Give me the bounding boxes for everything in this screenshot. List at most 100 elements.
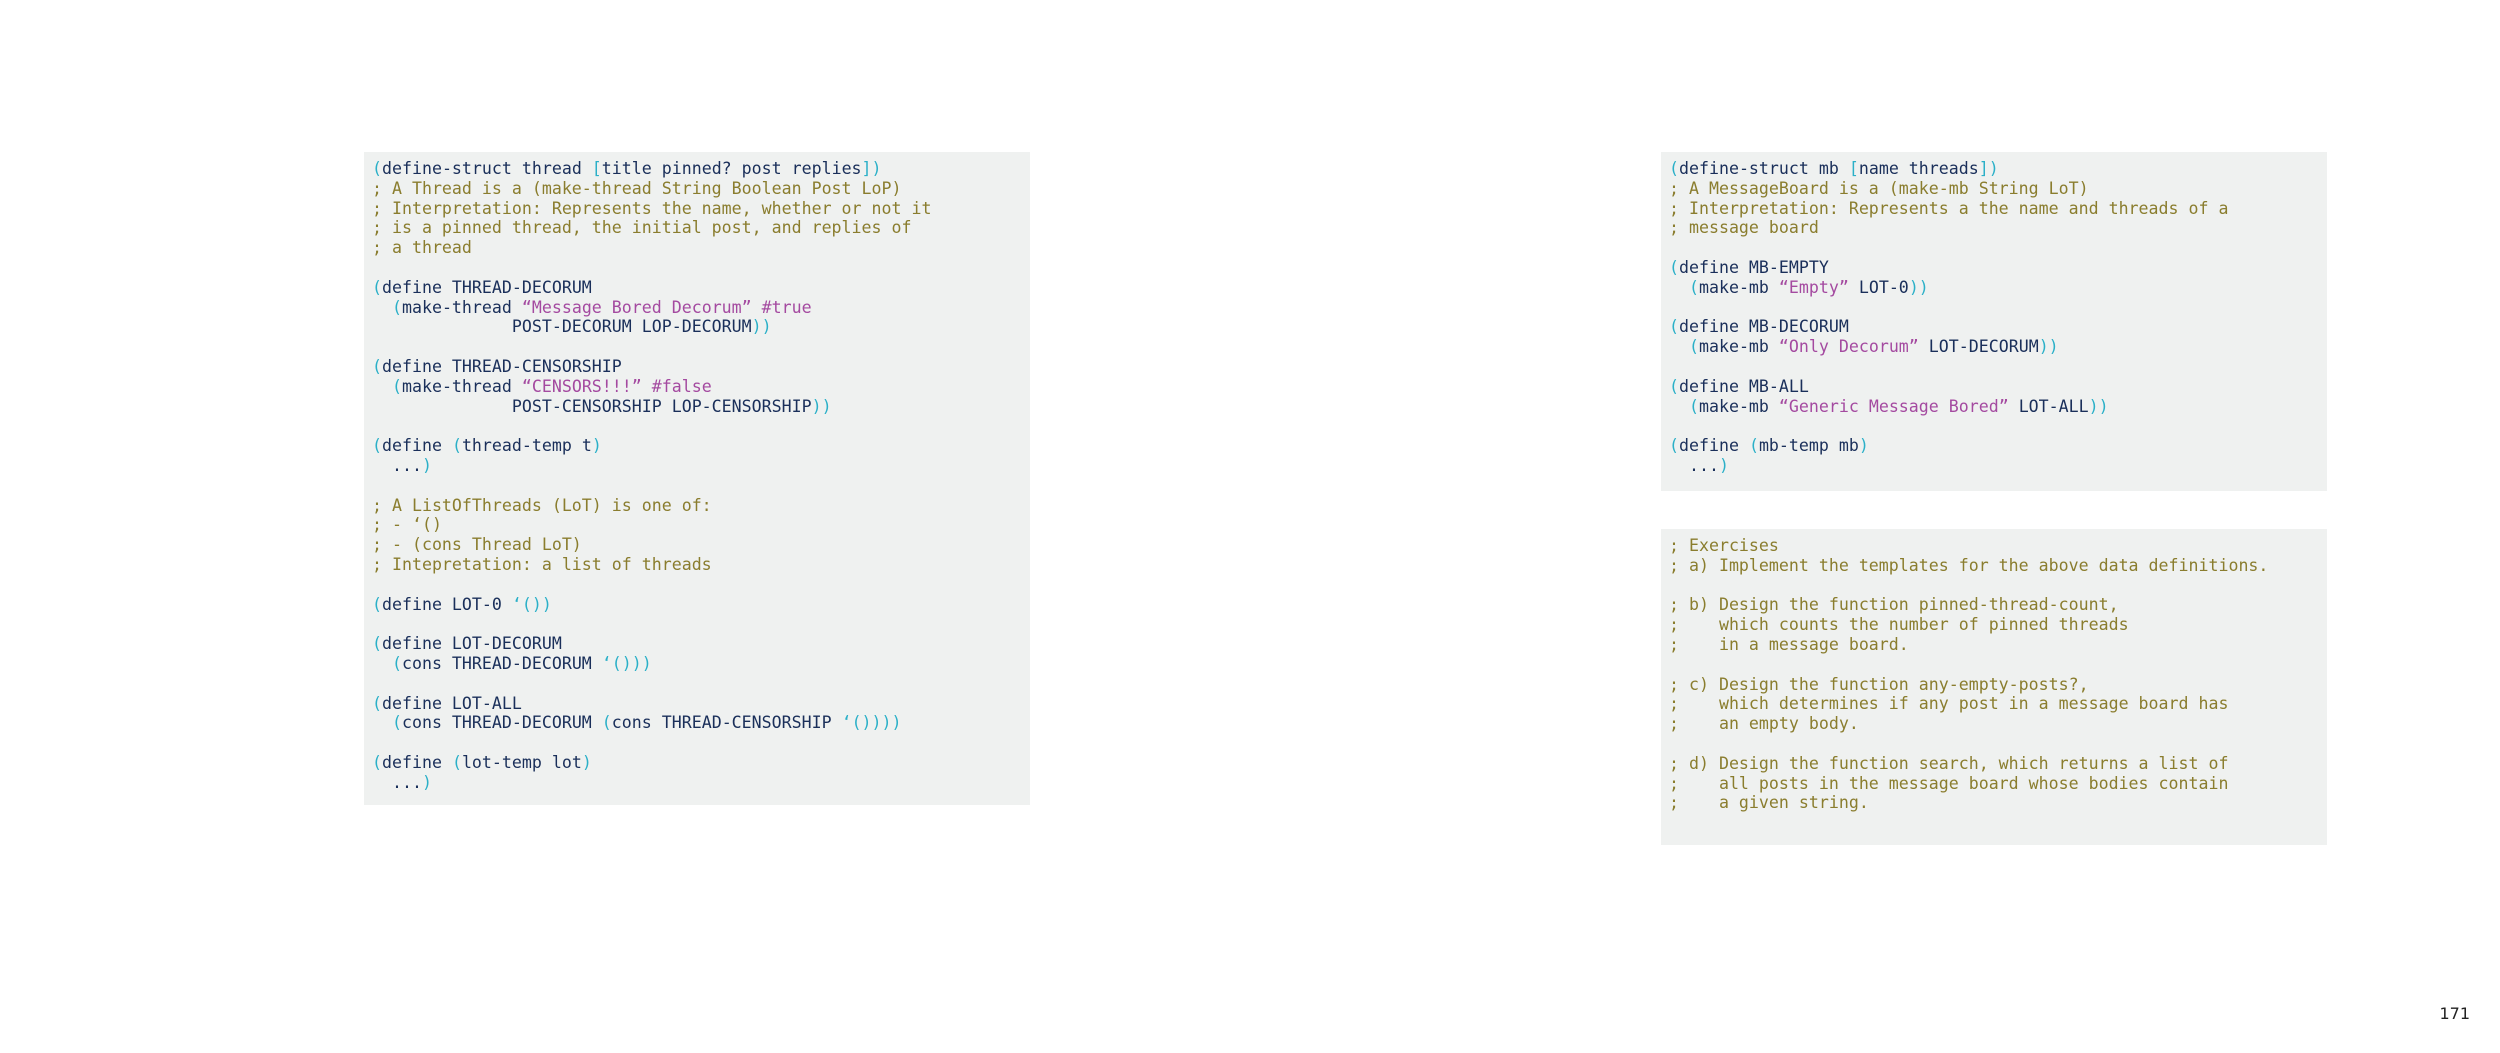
code-paren: ( xyxy=(1688,277,1699,297)
code-line: (cons THREAD-DECORUM (cons THREAD-CENSOR… xyxy=(372,713,1022,733)
code-line: ; in a message board. xyxy=(1669,635,2319,655)
code-text: (define-struct thread [title pinned? pos… xyxy=(372,159,1022,793)
code-comment: ; a given string. xyxy=(1669,793,1869,813)
code-line: (define (mb-temp mb) xyxy=(1669,436,2319,456)
code-paren: ( xyxy=(372,436,382,456)
code-token: define LOT-DECORUM xyxy=(382,634,562,654)
code-comment: ; A MessageBoard is a (make-mb String Lo… xyxy=(1669,178,2089,198)
code-token: ... xyxy=(1669,455,1719,475)
code-line: ; which counts the number of pinned thre… xyxy=(1669,615,2319,635)
code-line: ...) xyxy=(372,456,1022,476)
code-line: (make-mb “Empty” LOT-0)) xyxy=(1669,278,2319,298)
code-token: define MB-ALL xyxy=(1679,376,1809,396)
code-line: ; c) Design the function any-empty-posts… xyxy=(1669,675,2319,695)
code-token: define THREAD-DECORUM xyxy=(382,277,592,297)
code-line: (define-struct thread [title pinned? pos… xyxy=(372,159,1022,179)
code-paren: ( xyxy=(391,376,402,396)
code-block-thread: (define-struct thread [title pinned? pos… xyxy=(364,152,1030,805)
code-paren: ( xyxy=(372,277,382,297)
code-token: thread-temp t xyxy=(461,436,592,456)
code-block-exercises: ; Exercises; a) Implement the templates … xyxy=(1661,529,2327,845)
code-paren: )) xyxy=(2038,337,2059,357)
code-line: (define (lot-temp lot) xyxy=(372,753,1022,773)
code-paren: ( xyxy=(1669,317,1679,337)
code-line: ; message board xyxy=(1669,218,2319,238)
code-paren: )) xyxy=(751,317,772,337)
code-line: ; Intepretation: a list of threads xyxy=(372,555,1022,575)
code-token: cons THREAD-DECORUM xyxy=(401,653,602,673)
code-token: LOT-0 xyxy=(1848,277,1909,297)
code-comment: ; all posts in the message board whose b… xyxy=(1669,773,2229,793)
code-text: ; Exercises; a) Implement the templates … xyxy=(1669,536,2319,813)
code-line: ...) xyxy=(372,773,1022,793)
code-comment: ; message board xyxy=(1669,218,1819,238)
code-line: ; which determines if any post in a mess… xyxy=(1669,694,2319,714)
code-token: ... xyxy=(372,455,422,475)
code-token: POST-CENSORSHIP LOP-CENSORSHIP xyxy=(372,396,812,416)
code-paren: ) xyxy=(591,436,602,456)
code-line: ; Interpretation: Represents the name, w… xyxy=(372,199,1022,219)
code-paren: ‘())) xyxy=(601,653,652,673)
code-paren: ) xyxy=(1858,436,1869,456)
code-line: (make-thread “CENSORS!!!” #false xyxy=(372,377,1022,397)
code-paren: ( xyxy=(1688,396,1699,416)
code-token: LOT-ALL xyxy=(2008,396,2089,416)
code-comment: ; A Thread is a (make-thread String Bool… xyxy=(372,178,902,198)
code-line: (make-thread “Message Bored Decorum” #tr… xyxy=(372,298,1022,318)
code-line: ; a) Implement the templates for the abo… xyxy=(1669,556,2319,576)
code-token: cons THREAD-CENSORSHIP xyxy=(611,713,842,733)
code-line: (make-mb “Generic Message Bored” LOT-ALL… xyxy=(1669,397,2319,417)
code-paren: ( xyxy=(1669,257,1679,277)
code-string: “Empty” xyxy=(1778,277,1849,297)
code-comment: ; is a pinned thread, the initial post, … xyxy=(372,218,912,238)
code-token: define THREAD-CENSORSHIP xyxy=(382,356,622,376)
code-line: (define-struct mb [name threads]) xyxy=(1669,159,2319,179)
code-comment: ; - (cons Thread LoT) xyxy=(372,535,582,555)
code-paren: ( xyxy=(1669,436,1679,456)
code-line: ; A MessageBoard is a (make-mb String Lo… xyxy=(1669,179,2319,199)
code-token: define LOT-0 xyxy=(382,594,512,614)
code-line: (define MB-DECORUM xyxy=(1669,317,2319,337)
code-token: title pinned? post replies xyxy=(601,159,862,178)
code-token: cons THREAD-DECORUM xyxy=(401,713,602,733)
code-line: (define THREAD-DECORUM xyxy=(372,278,1022,298)
code-paren: ( xyxy=(391,297,402,317)
code-line: (define (thread-temp t) xyxy=(372,436,1022,456)
code-paren: )) xyxy=(1908,277,1929,297)
code-paren: ( xyxy=(1748,436,1759,456)
code-comment: ; Exercises xyxy=(1669,536,1779,555)
code-line: POST-DECORUM LOP-DECORUM)) xyxy=(372,317,1022,337)
code-line: (cons THREAD-DECORUM ‘())) xyxy=(372,654,1022,674)
code-paren: ( xyxy=(601,713,612,733)
code-line: ; Exercises xyxy=(1669,536,2319,556)
code-token: lot-temp lot xyxy=(461,752,582,772)
code-line: ; a given string. xyxy=(1669,793,2319,813)
code-comment: ; b) Design the function pinned-thread-c… xyxy=(1669,595,2119,615)
code-token: POST-DECORUM LOP-DECORUM xyxy=(372,317,752,337)
code-paren: ) xyxy=(421,455,432,475)
code-line: (define MB-ALL xyxy=(1669,377,2319,397)
code-comment: ; which determines if any post in a mess… xyxy=(1669,694,2229,714)
code-token: define xyxy=(382,436,452,456)
code-line: (define MB-EMPTY xyxy=(1669,258,2319,278)
code-paren: ( xyxy=(372,752,382,772)
code-comment: ; c) Design the function any-empty-posts… xyxy=(1669,674,2089,694)
code-paren: ( xyxy=(372,356,382,376)
code-paren: ( xyxy=(1688,337,1699,357)
code-token: define xyxy=(1679,436,1749,456)
code-line: (define LOT-DECORUM xyxy=(372,634,1022,654)
code-paren: ( xyxy=(451,436,462,456)
code-line: ; A ListOfThreads (LoT) is one of: xyxy=(372,496,1022,516)
code-line: POST-CENSORSHIP LOP-CENSORSHIP)) xyxy=(372,397,1022,417)
